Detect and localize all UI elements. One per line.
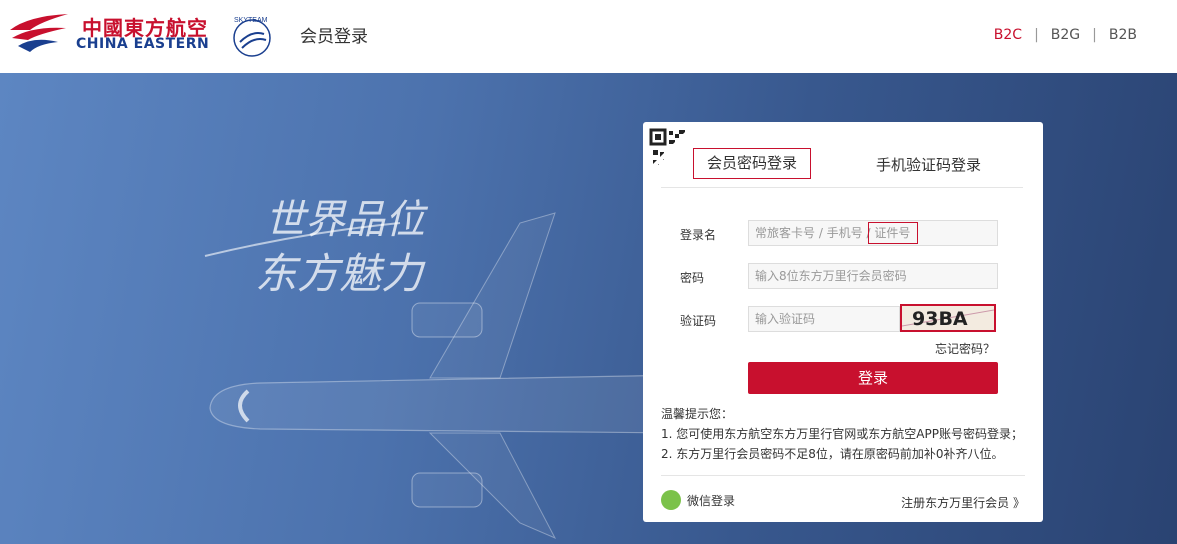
hero-slogan-line1: 世界品位: [265, 197, 429, 243]
tips-title: 温馨提示您：: [661, 407, 734, 421]
wechat-login[interactable]: 微信登录: [661, 490, 735, 510]
page-title: 会员登录: [300, 27, 368, 47]
nav-b2b[interactable]: B2B: [1109, 27, 1137, 43]
tab-sms-login[interactable]: 手机验证码登录: [876, 154, 981, 175]
nav-separator: |: [1034, 27, 1039, 43]
id-hint-highlight: [868, 222, 918, 244]
top-nav: B2C | B2G | B2B: [994, 27, 1137, 43]
register-link[interactable]: 注册东方万里行会员 》: [901, 494, 1025, 511]
captcha-input[interactable]: 输入验证码: [748, 306, 900, 332]
skyteam-logo: SKYTEAM: [226, 12, 278, 60]
captcha-label: 验证码: [680, 314, 717, 328]
nav-separator: |: [1092, 27, 1097, 43]
password-label: 密码: [680, 271, 705, 285]
login-tabs: 会员密码登录 手机验证码登录: [661, 148, 1023, 188]
header: 中國東方航空 CHINA EASTERN SKYTEAM 会员登录 B2C | …: [0, 0, 1177, 73]
login-button[interactable]: 登录: [748, 362, 998, 394]
username-label: 登录名: [680, 228, 717, 242]
forgot-password-link[interactable]: 忘记密码？: [935, 340, 995, 357]
tip-item: 2. 东方万里行会员密码不足8位，请在原密码前加补0补齐八位。: [661, 447, 1004, 461]
tip-item: 1. 您可使用东方航空东方万里行官网或东方航空APP账号密码登录；: [661, 427, 1023, 441]
logo-text-english: CHINA EASTERN: [76, 36, 210, 52]
nav-b2c[interactable]: B2C: [994, 27, 1022, 43]
login-card: 会员密码登录 手机验证码登录 登录名 常旅客卡号 / 手机号 / 证件号 密码 …: [643, 122, 1043, 522]
tab-password-login[interactable]: 会员密码登录: [693, 148, 811, 179]
captcha-text: 93BA: [912, 308, 968, 330]
swallow-icon: [10, 14, 68, 52]
skyteam-label: SKYTEAM: [234, 17, 268, 24]
wechat-login-label: 微信登录: [687, 493, 736, 508]
password-input[interactable]: 输入8位东方万里行会员密码: [748, 263, 998, 289]
hero-slogan-line2: 东方魅力: [255, 249, 426, 298]
china-eastern-logo[interactable]: 中國東方航空 CHINA EASTERN SKYTEAM: [8, 8, 288, 58]
nav-b2g[interactable]: B2G: [1051, 27, 1080, 43]
divider: [661, 475, 1025, 476]
tips: 温馨提示您： 1. 您可使用东方航空东方万里行官网或东方航空APP账号密码登录；…: [661, 404, 1023, 464]
wechat-icon: [661, 490, 681, 510]
captcha-image[interactable]: 93BA: [900, 304, 996, 332]
